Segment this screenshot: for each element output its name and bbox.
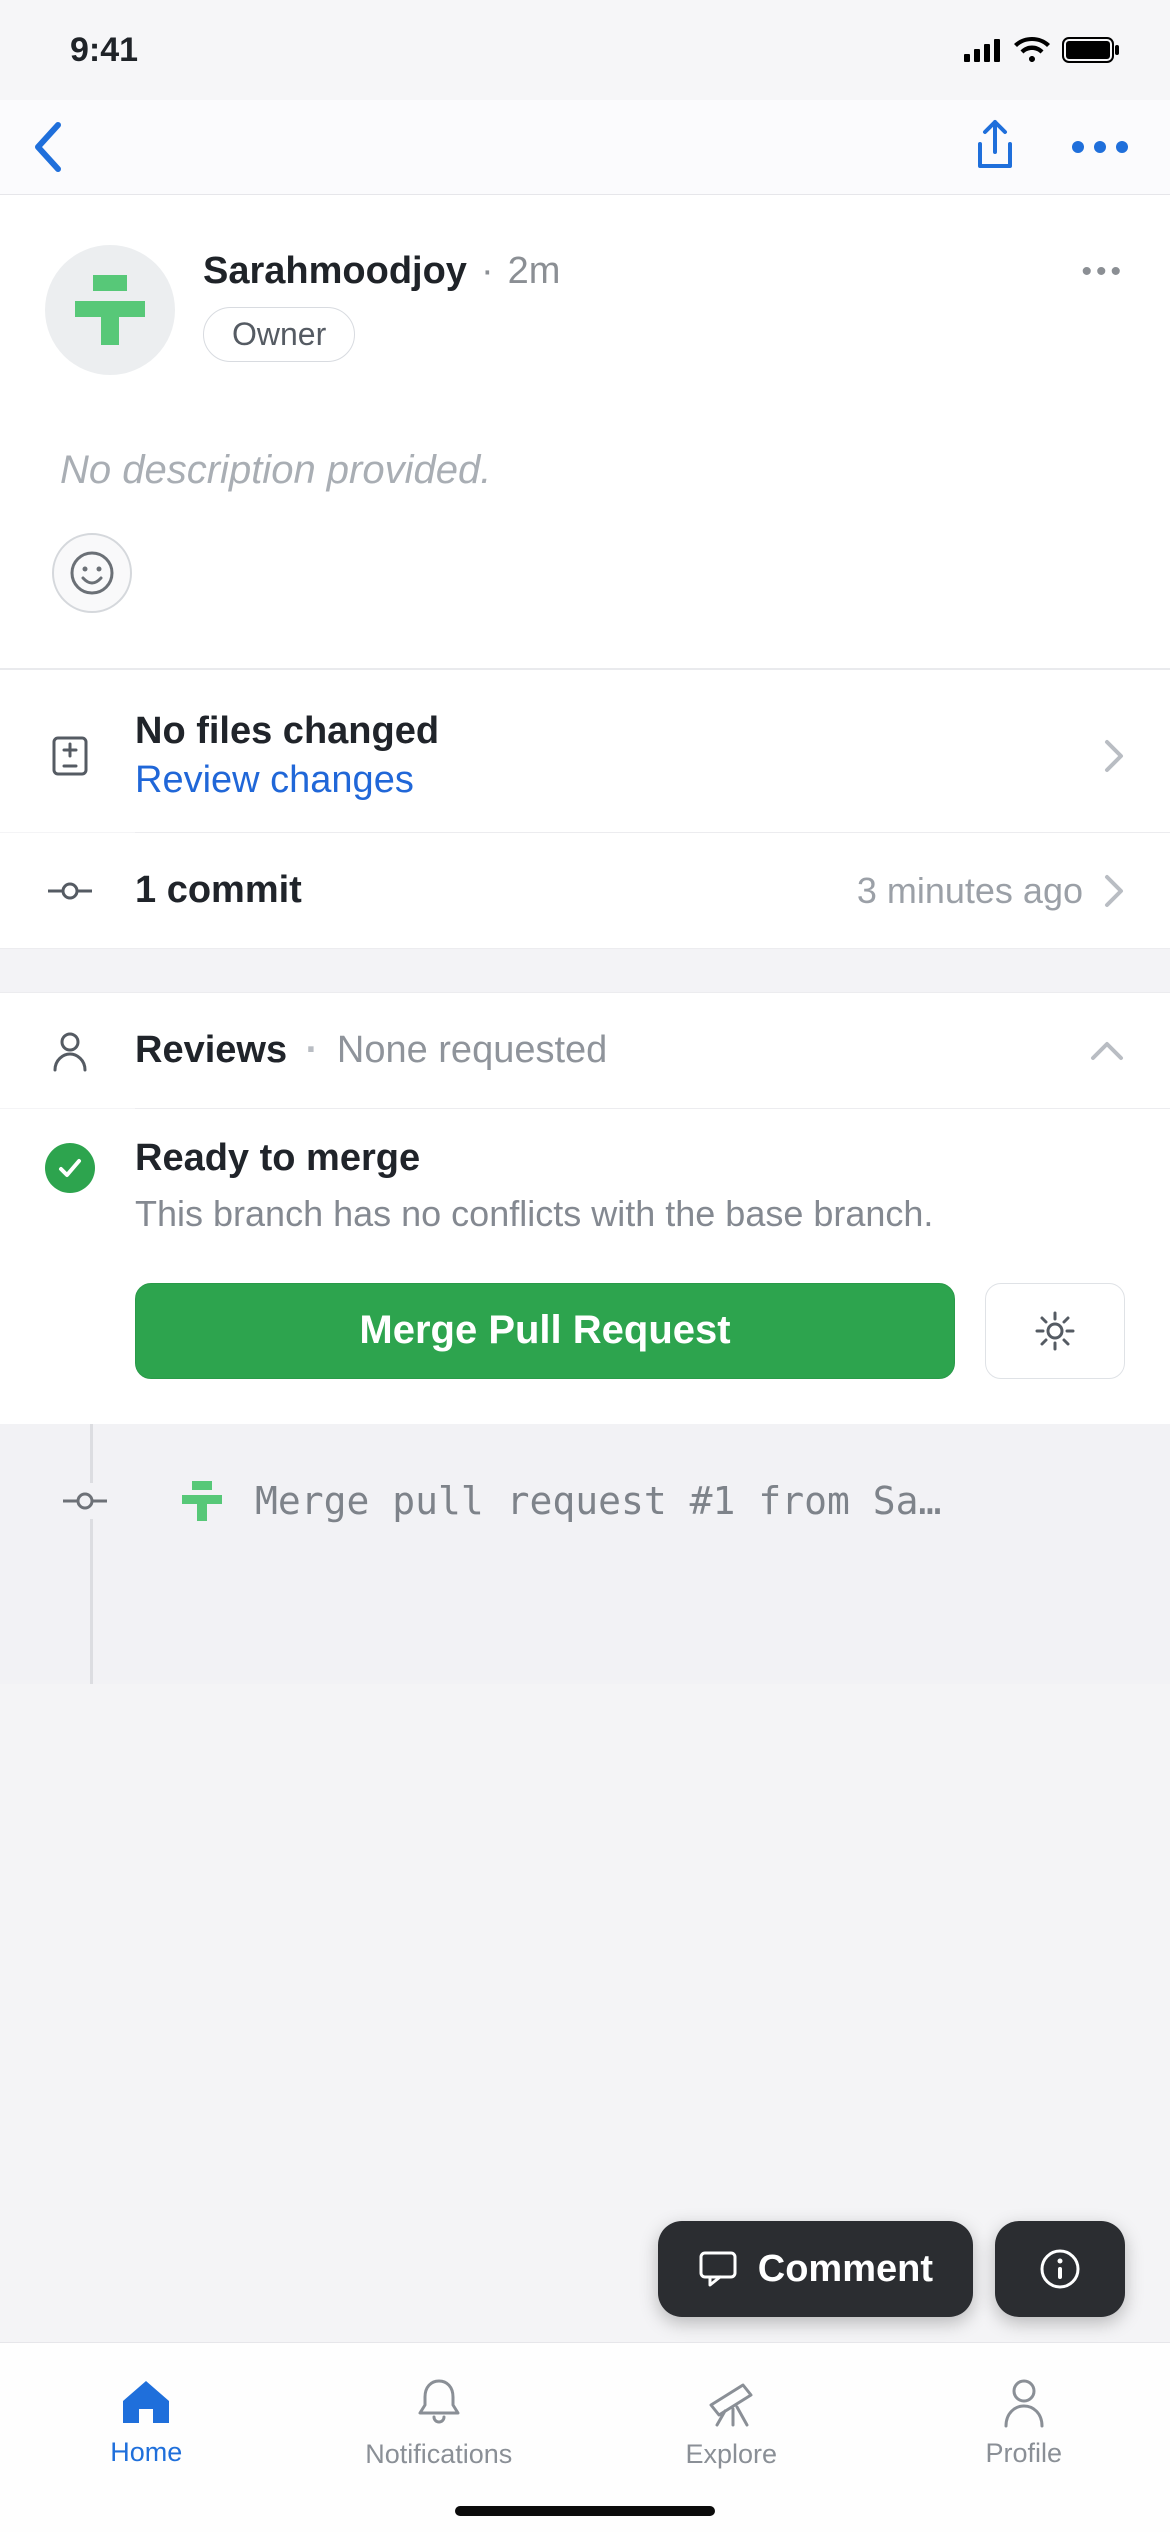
tab-explore[interactable]: Explore	[585, 2343, 878, 2502]
commit-icon	[48, 881, 92, 901]
author-name-line: Sarahmoodjoy · 2m	[203, 250, 560, 293]
floating-actions: Comment	[658, 2221, 1125, 2317]
avatar-glyph-icon	[75, 275, 145, 345]
commits-row[interactable]: 1 commit 3 minutes ago	[0, 833, 1170, 948]
wifi-icon	[1014, 37, 1050, 63]
status-indicators	[964, 37, 1120, 63]
tab-label: Profile	[985, 2438, 1062, 2469]
reviews-title: Reviews · None requested	[135, 1029, 1089, 1072]
add-reaction-button[interactable]	[52, 533, 132, 613]
file-diff-icon	[50, 734, 90, 778]
tab-notifications[interactable]: Notifications	[293, 2343, 586, 2502]
author-more-button[interactable]: •••	[1081, 255, 1125, 289]
reviews-label: Reviews	[135, 1029, 287, 1071]
telescope-icon	[703, 2375, 759, 2429]
comment-icon	[698, 2250, 738, 2288]
commit-message: Merge pull request #1 from Sa…	[255, 1479, 1125, 1523]
navigation-bar	[0, 100, 1170, 195]
battery-icon	[1062, 37, 1120, 63]
chevron-up-icon	[1089, 1040, 1125, 1062]
comment-button[interactable]: Comment	[658, 2221, 973, 2317]
check-circle-icon	[45, 1143, 95, 1193]
tab-label: Home	[110, 2437, 182, 2468]
person-icon	[51, 1030, 89, 1072]
pr-description: No description provided.	[0, 400, 1170, 493]
tab-home[interactable]: Home	[0, 2343, 293, 2502]
tab-profile[interactable]: Profile	[878, 2343, 1170, 2502]
bell-icon	[414, 2375, 464, 2429]
author-name[interactable]: Sarahmoodjoy	[203, 250, 467, 293]
merge-status-subtitle: This branch has no conflicts with the ba…	[135, 1190, 1125, 1239]
review-changes-link[interactable]: Review changes	[135, 759, 1103, 802]
avatar-glyph-icon	[182, 1481, 222, 1521]
tab-bar: Home Notifications Explore Profile	[0, 2342, 1170, 2532]
author-timestamp: 2m	[508, 250, 561, 293]
merge-status-title: Ready to merge	[135, 1137, 1125, 1180]
more-options-button[interactable]	[1070, 140, 1130, 154]
status-bar: 9:41	[0, 0, 1170, 100]
author-section: Sarahmoodjoy · 2m Owner •••	[0, 195, 1170, 400]
files-changed-title: No files changed	[135, 710, 1103, 753]
comment-label: Comment	[758, 2248, 933, 2291]
commits-timestamp: 3 minutes ago	[857, 870, 1083, 912]
chevron-right-icon	[1103, 738, 1125, 774]
tab-label: Notifications	[365, 2439, 512, 2470]
timeline-commit-row[interactable]: Merge pull request #1 from Sa…	[45, 1424, 1125, 1528]
person-icon	[1001, 2376, 1047, 2428]
role-badge: Owner	[203, 307, 355, 362]
merge-settings-button[interactable]	[985, 1283, 1125, 1379]
files-changed-row[interactable]: No files changed Review changes	[0, 670, 1170, 832]
commit-author-avatar	[175, 1474, 229, 1528]
reviews-row[interactable]: Reviews · None requested	[0, 993, 1170, 1108]
cellular-signal-icon	[964, 38, 1002, 62]
smiley-icon	[69, 550, 115, 596]
status-time: 9:41	[70, 31, 138, 70]
merge-actions: Merge Pull Request	[0, 1249, 1170, 1424]
home-indicator	[455, 2506, 715, 2516]
dot-separator: ·	[481, 250, 494, 293]
share-button[interactable]	[970, 118, 1020, 176]
back-button[interactable]	[30, 119, 66, 175]
author-avatar[interactable]	[45, 245, 175, 375]
info-button[interactable]	[995, 2221, 1125, 2317]
chevron-right-icon	[1103, 873, 1125, 909]
dot-separator: ·	[306, 1029, 319, 1071]
commit-icon	[63, 1491, 107, 1511]
tab-label: Explore	[685, 2439, 777, 2470]
reviews-status: None requested	[337, 1029, 607, 1071]
merge-pull-request-button[interactable]: Merge Pull Request	[135, 1283, 955, 1379]
commits-title: 1 commit	[135, 869, 857, 912]
info-icon	[1038, 2247, 1082, 2291]
merge-status-row: Ready to merge This branch has no confli…	[0, 1109, 1170, 1249]
reaction-bar	[0, 493, 1170, 668]
gear-icon	[1033, 1309, 1077, 1353]
timeline: Merge pull request #1 from Sa…	[0, 1424, 1170, 1684]
home-icon	[119, 2377, 173, 2427]
